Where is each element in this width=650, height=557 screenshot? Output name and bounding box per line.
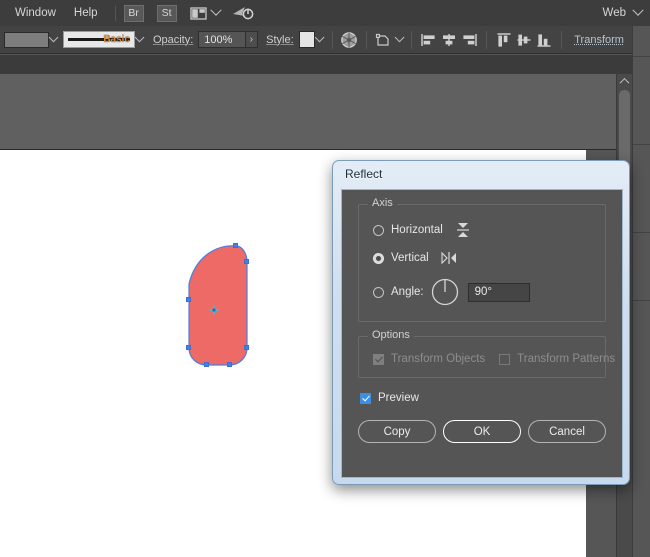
- label-horizontal: Horizontal: [391, 224, 443, 236]
- rail-divider: [633, 300, 650, 301]
- axis-angle-row[interactable]: Angle: 90°: [373, 277, 591, 307]
- label-transform-patterns: Transform Patterns: [517, 353, 615, 365]
- bridge-button[interactable]: Br: [124, 5, 144, 22]
- align-top-icon[interactable]: [495, 30, 513, 50]
- axis-vertical-row[interactable]: Vertical: [373, 249, 591, 267]
- checkbox-transform-objects: [373, 354, 384, 365]
- rail-divider: [633, 232, 650, 233]
- arrange-chevron-down-icon[interactable]: [208, 9, 224, 17]
- style-label[interactable]: Style:: [266, 34, 294, 46]
- stock-button[interactable]: St: [157, 5, 177, 22]
- graphic-style-swatch[interactable]: [299, 31, 315, 48]
- transform-shape-icon[interactable]: [375, 30, 393, 50]
- axis-group: Axis Horizontal Vertical: [358, 204, 606, 322]
- opacity-label[interactable]: Opacity:: [153, 34, 193, 46]
- workspace-label[interactable]: Web: [594, 2, 630, 24]
- transform-shape-chevron-down-icon[interactable]: [394, 36, 404, 43]
- opacity-input[interactable]: 100%: [198, 31, 245, 48]
- transform-origin-marker[interactable]: [208, 303, 220, 315]
- radio-horizontal[interactable]: [373, 225, 384, 236]
- control-separator-2: [366, 31, 367, 49]
- style-chevron-down-icon[interactable]: [315, 36, 325, 43]
- checkbox-transform-patterns: [499, 354, 510, 365]
- document-tab-strip: [0, 55, 650, 74]
- anchor-point[interactable]: [227, 362, 232, 367]
- menubar-separator: [115, 6, 116, 21]
- control-separator-1: [332, 31, 333, 49]
- illustrator-window: Window Help Br St Web: [0, 0, 650, 557]
- align-vertical-center-icon[interactable]: [515, 30, 533, 50]
- arrange-documents-icon[interactable]: [190, 7, 208, 20]
- options-row: Transform Objects Transform Patterns: [373, 353, 591, 365]
- document-canvas-background: [0, 74, 617, 150]
- dialog-body: Axis Horizontal Vertical: [341, 189, 623, 478]
- reflect-horizontal-axis-icon: [453, 221, 473, 239]
- anchor-point[interactable]: [244, 259, 249, 264]
- label-angle: Angle:: [391, 286, 424, 298]
- control-separator-3: [411, 31, 412, 49]
- preview-row[interactable]: Preview: [360, 392, 606, 404]
- label-transform-objects: Transform Objects: [391, 353, 485, 365]
- scroll-up-arrow-icon[interactable]: [617, 74, 632, 88]
- workspace-chevron-down-icon[interactable]: [630, 9, 646, 17]
- rail-divider: [633, 144, 650, 145]
- stroke-profile-label: Basic: [103, 34, 130, 45]
- control-bar: Basic Opacity: 100% › Style:: [0, 26, 650, 54]
- menu-bar: Window Help Br St Web: [0, 0, 650, 26]
- options-group: Options Transform Objects Transform Patt…: [358, 336, 606, 378]
- align-left-icon[interactable]: [420, 30, 438, 50]
- radio-vertical[interactable]: [373, 253, 384, 264]
- transform-panel-link[interactable]: Transform: [574, 34, 624, 46]
- panel-dock-rail[interactable]: [632, 26, 650, 557]
- align-horizontal-center-icon[interactable]: [440, 30, 458, 50]
- cancel-button[interactable]: Cancel: [528, 420, 606, 443]
- anchor-point[interactable]: [204, 362, 209, 367]
- label-preview: Preview: [378, 392, 419, 404]
- anchor-point[interactable]: [233, 243, 238, 248]
- anchor-point[interactable]: [186, 345, 191, 350]
- reflect-vertical-axis-icon: [439, 249, 459, 267]
- checkbox-preview[interactable]: [360, 393, 371, 404]
- options-group-label: Options: [368, 329, 414, 341]
- reflect-dialog: Reflect Axis Horizontal: [332, 160, 630, 485]
- fill-chevron-down-icon[interactable]: [49, 36, 59, 43]
- workspace-switcher[interactable]: Web: [594, 0, 646, 26]
- fill-color-swatch[interactable]: [4, 32, 49, 48]
- anchor-point[interactable]: [244, 345, 249, 350]
- recolor-artwork-icon[interactable]: [340, 30, 358, 50]
- angle-dial-control[interactable]: [430, 277, 460, 307]
- axis-horizontal-row[interactable]: Horizontal: [373, 221, 591, 239]
- copy-button[interactable]: Copy: [358, 420, 436, 443]
- align-bottom-icon[interactable]: [535, 30, 553, 50]
- selected-shape[interactable]: [175, 240, 255, 370]
- dialog-title: Reflect: [333, 161, 629, 187]
- stroke-profile-chevron-down-icon[interactable]: [135, 36, 145, 43]
- menu-item-window[interactable]: Window: [6, 2, 65, 24]
- device-preview-icon[interactable]: [232, 3, 254, 23]
- angle-input[interactable]: 90°: [468, 283, 530, 302]
- label-vertical: Vertical: [391, 252, 429, 264]
- ok-button[interactable]: OK: [443, 420, 521, 443]
- rail-divider: [633, 56, 650, 57]
- opacity-expander-button[interactable]: ›: [246, 31, 258, 48]
- stroke-profile-dropdown[interactable]: Basic: [63, 31, 135, 48]
- control-separator-5: [561, 31, 562, 49]
- anchor-point[interactable]: [186, 297, 191, 302]
- control-separator-4: [486, 31, 487, 49]
- radio-angle[interactable]: [373, 287, 384, 298]
- align-right-icon[interactable]: [460, 30, 478, 50]
- axis-group-label: Axis: [368, 197, 397, 209]
- dialog-button-row: Copy OK Cancel: [358, 420, 606, 443]
- menu-item-help[interactable]: Help: [65, 2, 107, 24]
